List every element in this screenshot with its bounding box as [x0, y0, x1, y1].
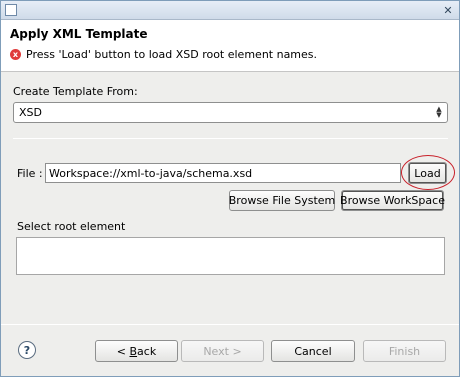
file-label: File : — [17, 167, 43, 180]
error-icon: x — [10, 49, 21, 60]
message-row: x Press 'Load' button to load XSD root e… — [10, 48, 317, 61]
root-element-list[interactable] — [16, 237, 445, 275]
root-element-label: Select root element — [17, 220, 126, 233]
separator — [13, 138, 448, 139]
header-message: Press 'Load' button to load XSD root ele… — [26, 48, 318, 61]
combo-arrows-icon[interactable]: ▲ ▼ — [434, 106, 444, 119]
create-template-label: Create Template From: — [13, 85, 138, 98]
browse-workspace-button[interactable]: Browse WorkSpace — [340, 190, 445, 211]
browse-file-system-button[interactable]: Browse File System — [229, 190, 335, 211]
template-source-value: XSD — [19, 106, 42, 119]
back-button[interactable]: < Back — [95, 340, 178, 362]
cancel-button[interactable]: Cancel — [271, 340, 355, 362]
wizard-header: Apply XML Template x Press 'Load' button… — [1, 20, 459, 72]
template-source-select[interactable]: XSD ▲ ▼ — [13, 102, 448, 123]
footer-separator — [1, 324, 459, 325]
apply-xml-template-dialog: ✕ Apply XML Template x Press 'Load' butt… — [0, 0, 460, 377]
file-path-input[interactable]: Workspace://xml-to-java/schema.xsd — [45, 163, 401, 183]
next-button[interactable]: Next > — [181, 340, 264, 362]
back-label-rest: ack — [137, 344, 157, 358]
close-icon[interactable]: ✕ — [441, 3, 455, 17]
title-bar: ✕ — [1, 1, 459, 20]
help-icon[interactable]: ? — [18, 341, 36, 359]
back-label-prefix: < — [116, 344, 130, 358]
window-icon — [5, 4, 17, 16]
finish-button[interactable]: Finish — [363, 340, 446, 362]
load-highlight-annotation — [401, 155, 455, 190]
arrow-down-icon: ▼ — [436, 111, 442, 119]
dialog-title: Apply XML Template — [10, 27, 148, 41]
back-label-mnemonic: B — [129, 344, 138, 358]
